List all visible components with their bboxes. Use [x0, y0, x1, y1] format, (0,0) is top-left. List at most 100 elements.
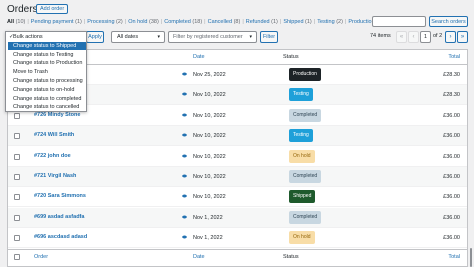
status-link-processing[interactable]: Processing	[87, 19, 114, 25]
bulk-action-option[interactable]: Change status to Shipped	[8, 41, 86, 50]
eye-icon[interactable]	[182, 215, 187, 219]
status-link-pending-payment[interactable]: Pending payment	[31, 19, 74, 25]
order-total: £36.00	[443, 112, 460, 119]
customer-filter-placeholder: Filter by registered customer	[173, 34, 243, 40]
bulk-action-option[interactable]: Change status to cancelled	[8, 103, 86, 111]
bulk-action-label: Change status to on-hold	[13, 86, 75, 93]
table-row[interactable]: #699 asdad asfadfa Nov 1, 2022 Completed £3…	[8, 207, 467, 228]
status-link-completed[interactable]: Completed	[164, 19, 191, 25]
eye-icon[interactable]	[182, 235, 187, 239]
column-total[interactable]: Total	[448, 54, 460, 60]
row-checkbox[interactable]	[14, 235, 20, 242]
order-link[interactable]: #699 asdad asfadfa	[34, 214, 84, 220]
row-checkbox[interactable]	[14, 153, 20, 160]
eye-icon[interactable]	[182, 194, 187, 198]
eye-icon[interactable]	[182, 174, 187, 178]
customer-filter-select[interactable]: Filter by registered customer ▾	[168, 31, 257, 43]
status-count: (2)	[336, 19, 343, 25]
status-count: (1)	[271, 19, 278, 25]
order-date: Nov 25, 2022	[193, 72, 226, 78]
order-link[interactable]: #726 Mindy Stone	[34, 112, 80, 118]
status-link-all[interactable]: All	[7, 19, 14, 25]
row-checkbox[interactable]	[14, 112, 20, 119]
column-date[interactable]: Date	[193, 54, 205, 60]
order-link[interactable]: #721 Virgil Nash	[34, 173, 76, 179]
search-input[interactable]	[372, 16, 426, 27]
select-all-checkbox-footer[interactable]	[14, 254, 20, 260]
status-count: (10)	[15, 19, 26, 25]
row-checkbox[interactable]	[14, 133, 20, 140]
eye-icon[interactable]	[182, 133, 187, 137]
eye-icon[interactable]	[182, 154, 187, 158]
status-link-on-hold[interactable]: On hold	[128, 19, 147, 25]
table-row[interactable]: #724 Will Smith Nov 10, 2022 Testing £36.00	[8, 126, 467, 147]
order-link[interactable]: #724 Will Smith	[34, 132, 74, 138]
next-page-button[interactable]: ›	[445, 31, 456, 43]
table-row[interactable]: #721 Virgil Nash Nov 10, 2022 Completed £36…	[8, 167, 467, 187]
status-count: (2)	[116, 19, 123, 25]
bulk-action-option[interactable]: Change status to Testing	[8, 51, 86, 59]
order-date: Nov 10, 2022	[193, 153, 226, 160]
bulk-action-option[interactable]: Change status to on-hold	[8, 86, 86, 94]
bulk-action-option[interactable]: Move to Trash	[8, 68, 86, 76]
order-date: Nov 10, 2022	[193, 194, 226, 201]
order-total: £36.00	[443, 133, 460, 140]
status-count: (1)	[305, 19, 312, 25]
status-filter-links: All (10) | Pending payment (1) | Processing …	[7, 18, 383, 26]
add-order-button[interactable]: Add order	[36, 4, 69, 14]
status-badge: Production	[289, 68, 321, 81]
order-link[interactable]: #720 Sara Simmons	[34, 193, 86, 199]
scrollbar[interactable]	[470, 248, 472, 267]
bulk-action-label: Change status to completed	[13, 95, 82, 102]
row-checkbox[interactable]	[14, 194, 20, 201]
status-link-shipped[interactable]: Shipped	[283, 19, 303, 25]
current-page-input[interactable]: 1	[420, 31, 431, 43]
bulk-action-option[interactable]: Change status to completed	[8, 95, 86, 103]
status-link-cancelled[interactable]: Cancelled	[208, 19, 232, 25]
status-badge: On hold	[289, 231, 315, 245]
status-badge: Testing	[289, 129, 313, 143]
page-title: Orders	[7, 4, 38, 15]
status-count: (18)	[192, 19, 203, 25]
first-page-button[interactable]: «	[396, 31, 407, 43]
bulk-action-option[interactable]: Change status to processing	[8, 77, 86, 85]
status-link-testing[interactable]: Testing	[317, 19, 334, 25]
order-date: Nov 10, 2022	[193, 92, 226, 99]
order-total: £28.30	[443, 72, 460, 78]
last-page-button[interactable]: »	[457, 31, 468, 43]
order-date: Nov 10, 2022	[193, 174, 226, 180]
eye-icon[interactable]	[182, 113, 187, 117]
order-link[interactable]: #696 ascdasd adasd	[34, 234, 87, 240]
status-badge: Shipped	[289, 190, 316, 204]
order-total: £36.00	[443, 194, 460, 201]
order-total: £36.00	[443, 153, 460, 160]
status-badge: Completed	[289, 170, 322, 183]
table-row[interactable]: #722 john doe Nov 10, 2022 On hold £36.00	[8, 147, 467, 167]
status-count: (38)	[149, 19, 159, 25]
bulk-action-label: Move to Trash	[13, 69, 48, 76]
table-row[interactable]: #696 ascdasd adasd Nov 1, 2022 On hold £36.…	[8, 228, 467, 249]
order-total: £28.30	[443, 92, 460, 99]
row-checkbox[interactable]	[14, 214, 20, 221]
eye-icon[interactable]	[182, 72, 187, 76]
column-total-footer[interactable]: Total	[448, 254, 460, 260]
chevron-down-icon: ▾	[249, 34, 252, 40]
status-badge: On hold	[289, 149, 315, 163]
bulk-actions-dropdown[interactable]: ✓ Bulk actions Change status to Shipped Cha…	[5, 31, 87, 112]
order-link[interactable]: #722 john doe	[34, 153, 71, 159]
search-orders-button[interactable]: Search orders	[429, 16, 468, 27]
bulk-action-option[interactable]: Change status to Production	[8, 59, 86, 67]
bulk-action-option[interactable]: ✓ Bulk actions	[8, 33, 86, 41]
column-order-footer[interactable]: Order	[34, 254, 48, 260]
table-row[interactable]: #720 Sara Simmons Nov 10, 2022 Shipped £36.…	[8, 187, 467, 208]
order-date: Nov 1, 2022	[193, 235, 223, 242]
status-link-refunded[interactable]: Refunded	[246, 19, 270, 25]
prev-page-button[interactable]: ‹	[408, 31, 419, 43]
apply-button[interactable]: Apply	[86, 31, 104, 43]
column-date-footer[interactable]: Date	[193, 254, 205, 260]
filter-button[interactable]: Filter	[260, 31, 278, 43]
dates-select[interactable]: All dates ▾	[111, 31, 165, 43]
row-checkbox[interactable]	[14, 174, 20, 180]
status-link-production[interactable]: Production	[348, 19, 374, 25]
eye-icon[interactable]	[182, 92, 187, 96]
